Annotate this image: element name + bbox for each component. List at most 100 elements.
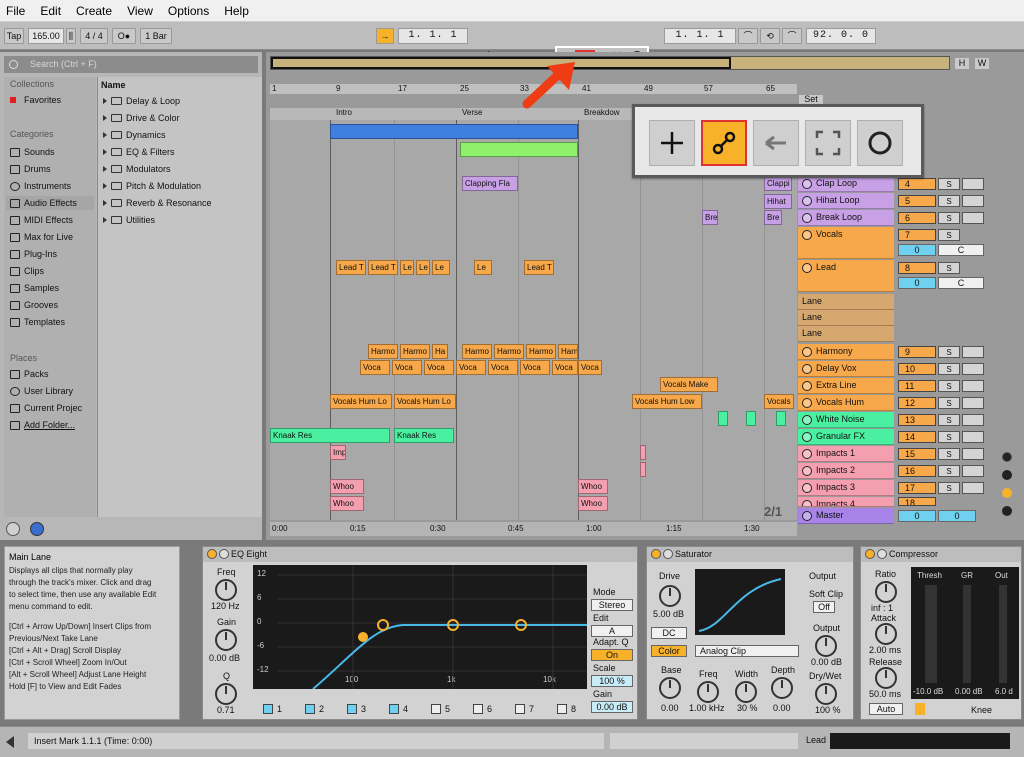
clip[interactable]: Hihat: [764, 194, 792, 209]
clip[interactable]: Harmo: [526, 344, 556, 359]
band-1-toggle[interactable]: [263, 704, 273, 714]
arm-button[interactable]: [962, 448, 984, 460]
solo-button[interactable]: S: [938, 363, 960, 375]
curve-type-select[interactable]: Analog Clip: [695, 645, 799, 657]
band-8-toggle[interactable]: [557, 704, 567, 714]
browser-item[interactable]: Modulators: [103, 162, 171, 176]
browser-item[interactable]: Drive & Color: [103, 111, 180, 125]
mode-select[interactable]: Stereo: [591, 599, 633, 611]
gain-knob[interactable]: [215, 629, 237, 651]
device-header[interactable]: Saturator: [647, 547, 853, 562]
clip[interactable]: Voca: [424, 360, 454, 375]
track-header[interactable]: Vocals Hum: [798, 395, 894, 411]
band-7-toggle[interactable]: [515, 704, 525, 714]
sends-toggle-icon[interactable]: [1002, 470, 1012, 480]
solo-button[interactable]: S: [938, 431, 960, 443]
browser-item[interactable]: EQ & Filters: [103, 145, 175, 159]
auto-release-toggle[interactable]: Auto: [869, 703, 903, 715]
band-2-toggle[interactable]: [305, 704, 315, 714]
clip[interactable]: Vocals Hum Lo: [394, 394, 456, 409]
depth-knob[interactable]: [771, 677, 793, 699]
device-on-icon[interactable]: [651, 549, 661, 559]
loop-icon[interactable]: ⟲: [760, 28, 780, 44]
clip-launch-icon[interactable]: [802, 432, 812, 442]
lookahead-icon[interactable]: [915, 703, 925, 715]
thresh-value[interactable]: -10.0 dB: [913, 687, 943, 696]
locator-intro[interactable]: Intro: [336, 108, 352, 117]
arm-button[interactable]: [962, 212, 984, 224]
clip-launch-icon[interactable]: [802, 213, 812, 223]
arm-button[interactable]: [962, 195, 984, 207]
clip[interactable]: Le: [416, 260, 430, 275]
clip[interactable]: Voca: [360, 360, 390, 375]
clip[interactable]: Lead T: [336, 260, 366, 275]
clip[interactable]: Clappi: [764, 176, 792, 191]
clip[interactable]: Bre: [702, 210, 718, 225]
browser-item[interactable]: Utilities: [103, 213, 155, 227]
place-add-folder[interactable]: Add Folder...: [10, 418, 96, 432]
clip[interactable]: Vocals Hum Lo: [764, 394, 794, 409]
collapse-left-icon[interactable]: [6, 736, 14, 748]
take-lane-header[interactable]: Lane: [798, 310, 894, 326]
group-fold-icon[interactable]: [802, 230, 812, 240]
track-header[interactable]: Break Loop: [798, 210, 894, 226]
fold-icon[interactable]: [802, 263, 812, 273]
volume-field[interactable]: 0: [898, 277, 936, 289]
clip[interactable]: Whoo: [578, 496, 608, 511]
band-6-toggle[interactable]: [473, 704, 483, 714]
place-user-library[interactable]: User Library: [10, 384, 96, 398]
track-activator[interactable]: 18: [898, 497, 936, 506]
edit-toggle[interactable]: A: [591, 625, 633, 637]
base-knob[interactable]: [659, 677, 681, 699]
follow-icon[interactable]: →: [376, 28, 394, 44]
category-clips[interactable]: Clips: [10, 264, 96, 278]
overview-viewport[interactable]: [271, 57, 731, 69]
arm-button[interactable]: [962, 414, 984, 426]
track-header[interactable]: White Noise: [798, 412, 894, 428]
time-ruler[interactable]: 0:00 0:15 0:30 0:45 1:00 1:15 1:30: [270, 522, 797, 536]
clip-launch-icon[interactable]: [802, 347, 812, 357]
plus-icon[interactable]: [649, 120, 695, 166]
thresh-meter[interactable]: [925, 585, 937, 683]
clip[interactable]: Harmo: [400, 344, 430, 359]
clip-launch-icon[interactable]: [802, 196, 812, 206]
track-header[interactable]: Vocals: [798, 227, 894, 259]
master-pan-field[interactable]: 0: [938, 510, 976, 522]
arm-button[interactable]: [962, 363, 984, 375]
tempo-nudge-icon[interactable]: ⫼: [66, 28, 76, 44]
clip[interactable]: Le: [432, 260, 450, 275]
clip[interactable]: Clapping Fla: [462, 176, 518, 191]
clip[interactable]: Voca: [552, 360, 578, 375]
band-1-dot[interactable]: [358, 632, 368, 642]
device-menu-icon[interactable]: [663, 549, 673, 559]
solo-button[interactable]: S: [938, 212, 960, 224]
track-activator[interactable]: 9: [898, 346, 936, 358]
clip[interactable]: Harmo: [462, 344, 492, 359]
loop-length-field[interactable]: 92. 0. 0: [806, 28, 876, 44]
back-arrow-icon[interactable]: [753, 120, 799, 166]
clip[interactable]: Ha: [432, 344, 448, 359]
base-value[interactable]: 0.00: [661, 703, 679, 713]
clip-launch-icon[interactable]: [802, 415, 812, 425]
band-3-toggle[interactable]: [347, 704, 357, 714]
category-grooves[interactable]: Grooves: [10, 298, 96, 312]
volume-field[interactable]: 0: [898, 244, 936, 256]
device-header[interactable]: EQ Eight: [203, 547, 637, 562]
clip[interactable]: Lead T: [524, 260, 554, 275]
q-value[interactable]: 0.71: [217, 705, 235, 715]
clip[interactable]: Lead T: [368, 260, 398, 275]
menu-options[interactable]: Options: [162, 4, 218, 18]
width-fit-button[interactable]: W: [974, 57, 990, 70]
clip[interactable]: [640, 462, 646, 477]
track-header[interactable]: Impacts 4: [798, 497, 894, 507]
clip[interactable]: [330, 124, 578, 139]
softclip-toggle[interactable]: Off: [813, 601, 835, 613]
freq-value[interactable]: 120 Hz: [211, 601, 240, 611]
clip[interactable]: Vocals Hum Lo: [330, 394, 392, 409]
solo-button[interactable]: S: [938, 482, 960, 494]
pan-field[interactable]: C: [938, 277, 984, 289]
track-activator[interactable]: 14: [898, 431, 936, 443]
search-input[interactable]: Search (Ctrl + F): [4, 56, 258, 73]
arm-button[interactable]: [962, 431, 984, 443]
tap-button[interactable]: Tap: [4, 28, 24, 44]
